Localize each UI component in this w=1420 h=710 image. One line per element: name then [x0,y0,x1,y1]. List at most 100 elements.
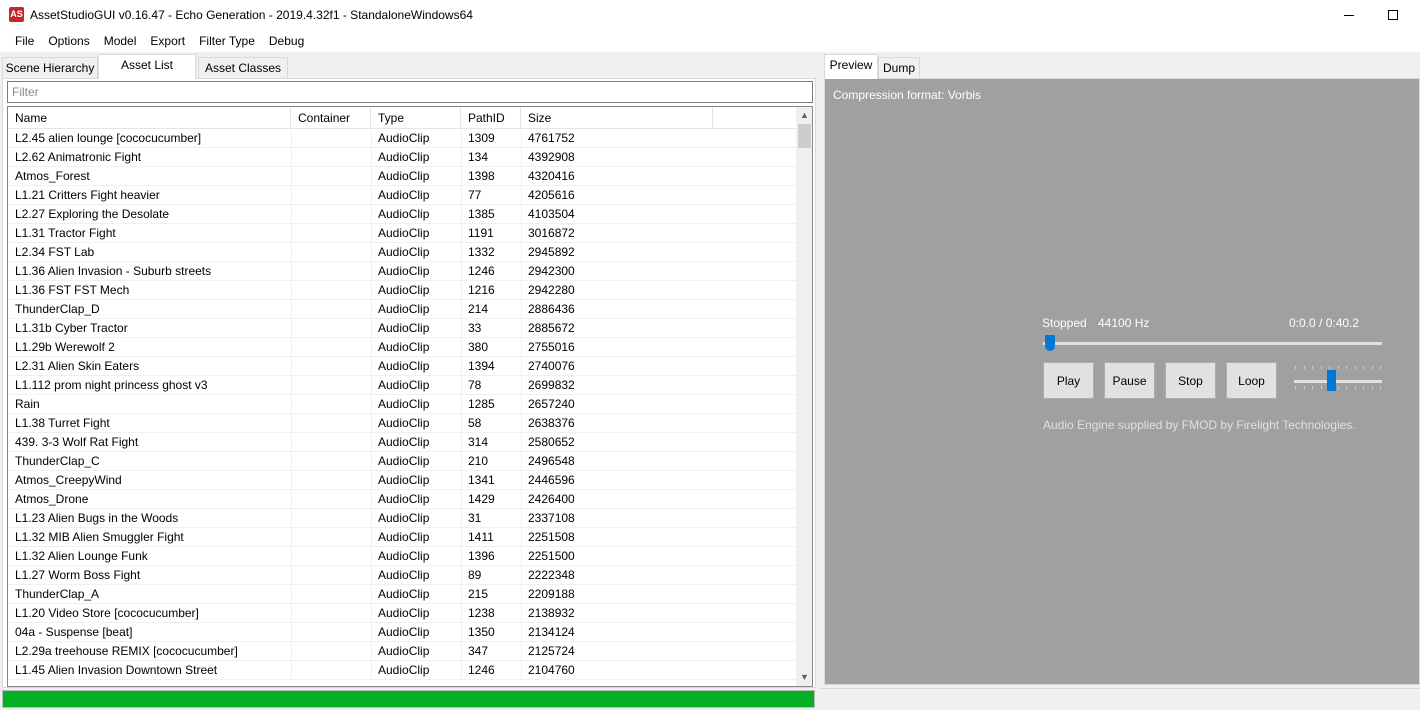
cell-name: ThunderClap_A [15,587,100,601]
table-row[interactable]: 439. 3-3 Wolf Rat Fight AudioClip 314 25806… [8,433,796,452]
cell-size: 2638376 [528,416,575,430]
volume-slider-track[interactable] [1294,380,1382,383]
cell-name: L2.29a treehouse REMIX [cococucumber] [15,644,238,658]
column-size[interactable]: Size [521,107,713,129]
table-row[interactable]: L1.36 FST FST Mech AudioClip 1216 2942280 [8,281,796,300]
table-row[interactable]: ThunderClap_A AudioClip 215 2209188 [8,585,796,604]
table-row[interactable]: L1.20 Video Store [cococucumber] AudioCli… [8,604,796,623]
cell-size: 2337108 [528,511,575,525]
volume-slider-thumb[interactable] [1327,370,1337,391]
asset-list-table: Name Container Type PathID Size L2.45 al… [7,106,813,687]
cell-pathid: 347 [468,644,489,658]
cell-container [291,205,371,224]
cell-pathid: 1246 [468,663,495,677]
maximize-button[interactable] [1370,0,1416,30]
table-row[interactable]: ThunderClap_C AudioClip 210 2496548 [8,452,796,471]
cell-type: AudioClip [378,321,430,335]
table-row[interactable]: L1.38 Turret Fight AudioClip 58 2638376 [8,414,796,433]
table-row[interactable]: L1.23 Alien Bugs in the Woods AudioClip 31… [8,509,796,528]
table-row[interactable]: L1.32 Alien Lounge Funk AudioClip 1396 2251… [8,547,796,566]
cell-container [291,281,371,300]
cell-pathid: 1309 [468,131,495,145]
cell-size: 2885672 [528,321,575,335]
seek-slider-track[interactable] [1043,342,1382,345]
table-row[interactable]: Rain AudioClip 1285 2657240 [8,395,796,414]
table-row[interactable]: L2.27 Exploring the Desolate AudioClip 138… [8,205,796,224]
menu-filter-type[interactable]: Filter Type [192,30,262,52]
tab-asset-classes[interactable]: Asset Classes [198,57,288,78]
table-row[interactable]: L1.29b Werewolf 2 AudioClip 380 2755016 [8,338,796,357]
table-row[interactable]: L1.31b Cyber Tractor AudioClip 33 2885672 [8,319,796,338]
column-name[interactable]: Name [8,107,291,129]
pause-button[interactable]: Pause [1104,362,1155,399]
minimize-button[interactable] [1327,0,1373,30]
cell-name: L1.32 MIB Alien Smuggler Fight [15,530,184,544]
cell-type: AudioClip [378,625,430,639]
table-row[interactable]: L2.29a treehouse REMIX [cococucumber] Aud… [8,642,796,661]
column-type[interactable]: Type [371,107,461,129]
cell-name: L2.27 Exploring the Desolate [15,207,170,221]
cell-size: 2426400 [528,492,575,506]
cell-container [291,129,371,148]
stop-button[interactable]: Stop [1165,362,1216,399]
column-container[interactable]: Container [291,107,371,129]
table-row[interactable]: L2.45 alien lounge [cococucumber] AudioCl… [8,129,796,148]
cell-size: 2755016 [528,340,575,354]
vertical-scrollbar[interactable]: ▲ ▼ [796,107,812,686]
cell-pathid: 1385 [468,207,495,221]
table-row[interactable]: L1.31 Tractor Fight AudioClip 1191 3016872 [8,224,796,243]
column-pathid[interactable]: PathID [461,107,521,129]
cell-name: L2.34 FST Lab [15,245,95,259]
table-row[interactable]: L1.27 Worm Boss Fight AudioClip 89 2222348 [8,566,796,585]
cell-type: AudioClip [378,188,430,202]
menu-export[interactable]: Export [143,30,192,52]
cell-name: 04a - Suspense [beat] [15,625,133,639]
scroll-thumb[interactable] [798,124,811,148]
cell-size: 3016872 [528,226,575,240]
left-pane: Scene Hierarchy Asset List Asset Classes… [0,54,817,710]
tab-preview[interactable]: Preview [824,54,878,79]
menu-options[interactable]: Options [41,30,96,52]
menu-file[interactable]: File [8,30,41,52]
scroll-down-icon[interactable]: ▼ [796,669,812,686]
scroll-up-icon[interactable]: ▲ [796,107,812,124]
table-row[interactable]: L1.36 Alien Invasion - Suburb streets Aud… [8,262,796,281]
cell-container [291,471,371,490]
menu-model[interactable]: Model [97,30,144,52]
tab-asset-list[interactable]: Asset List [98,54,196,79]
cell-pathid: 1396 [468,549,495,563]
table-row[interactable]: Atmos_Drone AudioClip 1429 2426400 [8,490,796,509]
cell-pathid: 1411 [468,530,494,544]
cell-name: Atmos_Drone [15,492,89,506]
menu-debug[interactable]: Debug [262,30,311,52]
seek-slider-thumb[interactable] [1045,335,1055,351]
cell-pathid: 380 [468,340,489,354]
cell-size: 2496548 [528,454,575,468]
cell-size: 4392908 [528,150,575,164]
cell-size: 2657240 [528,397,575,411]
tab-scene-hierarchy[interactable]: Scene Hierarchy [2,57,98,78]
table-row[interactable]: 04a - Suspense [beat] AudioClip 1350 213412… [8,623,796,642]
cell-type: AudioClip [378,549,430,563]
cell-type: AudioClip [378,663,430,677]
cell-container [291,623,371,642]
tab-dump[interactable]: Dump [878,57,920,78]
cell-type: AudioClip [378,397,430,411]
cell-pathid: 31 [468,511,482,525]
play-button[interactable]: Play [1043,362,1094,399]
table-row[interactable]: Atmos_CreepyWind AudioClip 1341 2446596 [8,471,796,490]
table-row[interactable]: L1.112 prom night princess ghost v3 Audio… [8,376,796,395]
table-row[interactable]: L2.31 Alien Skin Eaters AudioClip 1394 2740… [8,357,796,376]
table-row[interactable]: ThunderClap_D AudioClip 214 2886436 [8,300,796,319]
table-row[interactable]: L1.32 MIB Alien Smuggler Fight AudioClip 1… [8,528,796,547]
loop-button[interactable]: Loop [1226,362,1277,399]
cell-container [291,319,371,338]
table-row[interactable]: L1.45 Alien Invasion Downtown Street Audi… [8,661,796,680]
cell-pathid: 33 [468,321,482,335]
filter-input[interactable] [7,81,813,103]
table-row[interactable]: L2.62 Animatronic Fight AudioClip 134 43929… [8,148,796,167]
table-row[interactable]: Atmos_Forest AudioClip 1398 4320416 [8,167,796,186]
table-row[interactable]: L1.21 Critters Fight heavier AudioClip 77 4… [8,186,796,205]
table-row[interactable]: L2.34 FST Lab AudioClip 1332 2945892 [8,243,796,262]
cell-name: L2.62 Animatronic Fight [15,150,142,164]
